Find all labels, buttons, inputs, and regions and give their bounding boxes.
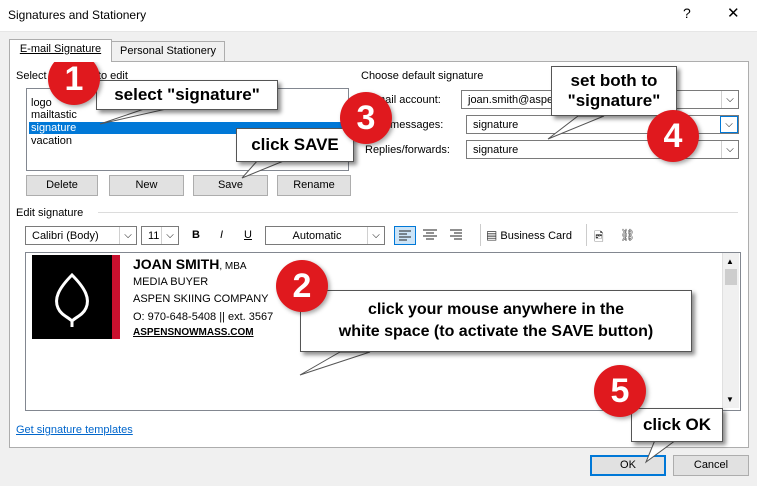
- callout-text: click your mouse anywhere in the: [367, 301, 625, 318]
- callout-step-4: set both to "signature": [551, 66, 677, 116]
- step-badge-3: 3: [340, 92, 392, 144]
- step-badge-2: 2: [276, 260, 328, 312]
- callout-text: white space (to activate the SAVE button…: [338, 323, 654, 340]
- tab-label: E-mail Signature: [19, 43, 102, 55]
- step-badge-4: 4: [647, 110, 699, 162]
- callout-pointer-3: [241, 159, 287, 179]
- callout-pointer-2: [299, 351, 371, 376]
- callout-text: "signature": [567, 91, 661, 110]
- callout-step-5: click OK: [631, 408, 723, 442]
- callout-text: set both to: [570, 71, 658, 90]
- callout-text: click SAVE: [251, 135, 339, 154]
- callout-text: select "signature": [114, 85, 260, 104]
- callout-step-2: click your mouse anywhere in the white s…: [300, 290, 692, 352]
- tab-email-signature[interactable]: E-mail Signature: [9, 39, 112, 62]
- callout-text: click OK: [642, 415, 712, 434]
- callout-step-1: select "signature": [96, 80, 278, 110]
- step-badge-5: 5: [594, 365, 646, 417]
- callout-step-3: click SAVE: [236, 128, 354, 162]
- callout-pointer-5: [644, 439, 678, 464]
- callout-pointer-4: [547, 115, 605, 140]
